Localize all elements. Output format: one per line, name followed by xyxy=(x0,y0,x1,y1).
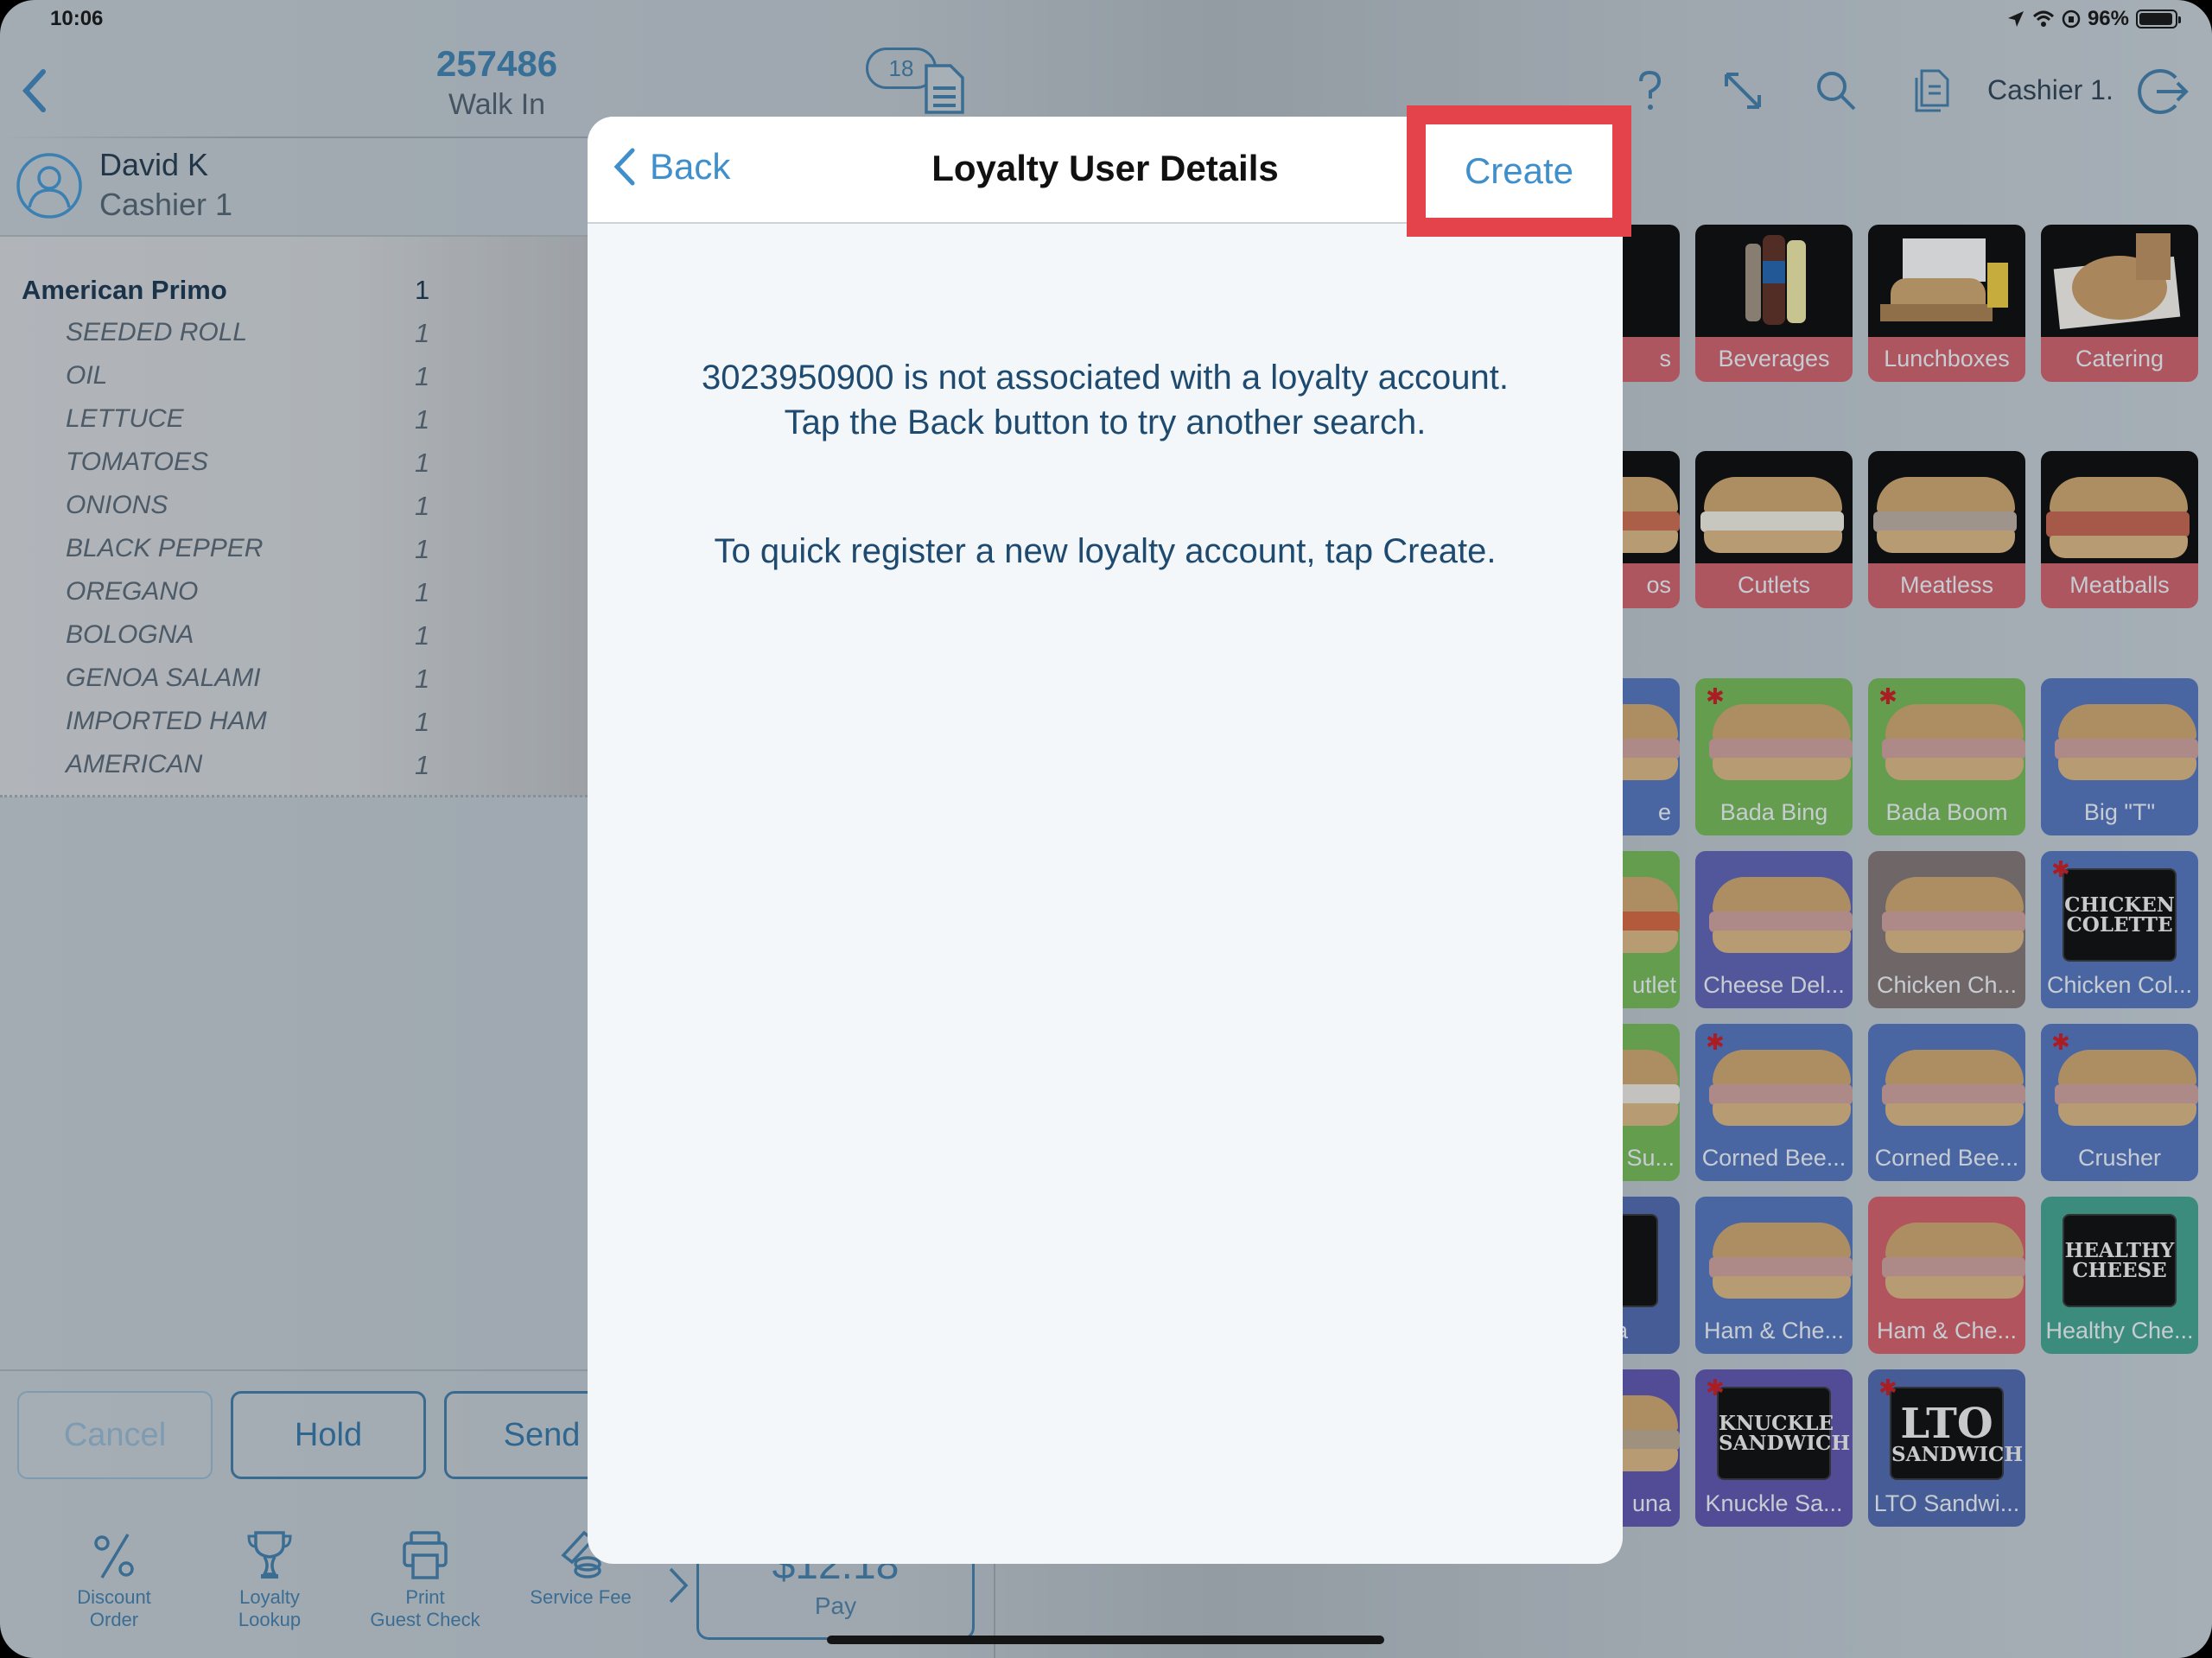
tile-label: Chicken Ch... xyxy=(1876,972,2018,998)
category-tile-meatless[interactable]: Meatless xyxy=(1868,451,2025,608)
category-tile-catering[interactable]: Catering xyxy=(2041,225,2198,382)
back-hint-message: Tap the Back button to try another searc… xyxy=(784,403,1427,441)
star-icon: ✱ xyxy=(2051,1029,2070,1055)
create-button-highlight: Create xyxy=(1407,105,1631,237)
tile-label: Cheese Del... xyxy=(1703,972,1845,998)
product-tile[interactable]: Cheese Del... xyxy=(1695,851,1853,1008)
star-icon: ✱ xyxy=(1878,683,1897,709)
product-tile[interactable]: Big "T" xyxy=(2041,678,2198,835)
product-tile[interactable]: CHICKEN COLETTE ✱ Chicken Col... xyxy=(2041,851,2198,1008)
product-logo: CHICKEN COLETTE xyxy=(2063,868,2177,962)
logo-text: CHEESE xyxy=(2072,1259,2167,1282)
lunchboxes-image xyxy=(1868,225,2025,337)
product-tile[interactable]: ✱ Bada Bing xyxy=(1695,678,1853,835)
tile-label: Chicken Col... xyxy=(2046,972,2193,998)
meatballs-image xyxy=(2041,451,2198,563)
logo-text: CHICKEN xyxy=(2064,893,2175,917)
product-image xyxy=(1695,851,1853,963)
tile-label: Meatless xyxy=(1868,563,2025,608)
tile-label: Catering xyxy=(2041,337,2198,382)
tile-label: Lunchboxes xyxy=(1868,337,2025,382)
product-tile[interactable]: ✱ Crusher xyxy=(2041,1024,2198,1181)
meatless-image xyxy=(1868,451,2025,563)
product-tile[interactable]: Ham & Che... xyxy=(1868,1197,2025,1354)
product-logo: KNUCKLE SANDWICH xyxy=(1717,1387,1851,1480)
tile-label: Ham & Che... xyxy=(1703,1318,1845,1344)
product-image xyxy=(1868,1024,2025,1136)
product-image xyxy=(1868,851,2025,963)
tile-label: Crusher xyxy=(2077,1145,2162,1171)
product-tile[interactable]: Ham & Che... xyxy=(1695,1197,1853,1354)
product-logo: LTO SANDWICH xyxy=(1890,1387,2024,1480)
not-found-message: 3023950900 is not associated with a loya… xyxy=(702,359,1509,397)
logo-text: SANDWICH xyxy=(1891,1442,2024,1466)
star-icon: ✱ xyxy=(1706,1375,1725,1401)
product-tile[interactable]: HEALTHY CHEESE Healthy Che... xyxy=(2041,1197,2198,1354)
product-image xyxy=(1695,1197,1853,1309)
logo-text: HEALTHY xyxy=(2064,1239,2175,1262)
tile-label: Healthy Che... xyxy=(2045,1318,2194,1344)
category-tile-cutlets[interactable]: Cutlets xyxy=(1695,451,1853,608)
create-hint-message: To quick register a new loyalty account,… xyxy=(714,532,1497,570)
pos-screen: 10:06 96% 257486 Walk In 18 Cashier 1. D… xyxy=(0,0,2212,1658)
star-icon: ✱ xyxy=(1706,1029,1725,1055)
tile-label: Bada Bing xyxy=(1719,799,1828,825)
tile-label: LTO Sandwi... xyxy=(1873,1490,2020,1516)
product-tile[interactable]: ✱ Bada Boom xyxy=(1868,678,2025,835)
product-tile[interactable]: KNUCKLE SANDWICH ✱ Knuckle Sa... xyxy=(1695,1369,1853,1527)
loyalty-user-details-modal: Back Loyalty User Details 3023950900 is … xyxy=(588,117,1623,1564)
tile-label: Big "T" xyxy=(2083,799,2156,825)
product-logo: HEALTHY CHEESE xyxy=(2063,1214,2177,1307)
product-tile[interactable]: Chicken Ch... xyxy=(1868,851,2025,1008)
product-image xyxy=(1868,1197,2025,1309)
product-tile[interactable]: LTO SANDWICH ✱ LTO Sandwi... xyxy=(1868,1369,2025,1527)
tile-label: Bada Boom xyxy=(1885,799,2008,825)
tile-label: Corned Bee... xyxy=(1874,1145,2019,1171)
star-icon: ✱ xyxy=(1706,683,1725,709)
star-icon: ✱ xyxy=(1878,1375,1897,1401)
catering-image xyxy=(2041,225,2198,337)
product-tile[interactable]: Corned Bee... xyxy=(1868,1024,2025,1181)
create-button[interactable]: Create xyxy=(1426,124,1612,218)
category-tile-meatballs[interactable]: Meatballs xyxy=(2041,451,2198,608)
logo-text: COLETTE xyxy=(2066,913,2173,937)
star-icon: ✱ xyxy=(2051,856,2070,882)
tile-label: Cutlets xyxy=(1695,563,1853,608)
logo-text: LTO xyxy=(1900,1399,1993,1448)
beverages-image xyxy=(1695,225,1853,337)
tile-label: Beverages xyxy=(1695,337,1853,382)
category-tile-beverages[interactable]: Beverages xyxy=(1695,225,1853,382)
logo-text: SANDWICH xyxy=(1719,1432,1851,1455)
product-image xyxy=(2041,678,2198,791)
product-tile[interactable]: ✱ Corned Bee... xyxy=(1695,1024,1853,1181)
cutlets-image xyxy=(1695,451,1853,563)
category-tile-lunchboxes[interactable]: Lunchboxes xyxy=(1868,225,2025,382)
home-indicator[interactable] xyxy=(827,1636,1384,1644)
tile-label: Knuckle Sa... xyxy=(1705,1490,1843,1516)
tile-label: Corned Bee... xyxy=(1701,1145,1847,1171)
tile-label: Ham & Che... xyxy=(1876,1318,2018,1344)
logo-text: KNUCKLE xyxy=(1719,1412,1834,1435)
tile-label: Meatballs xyxy=(2041,563,2198,608)
